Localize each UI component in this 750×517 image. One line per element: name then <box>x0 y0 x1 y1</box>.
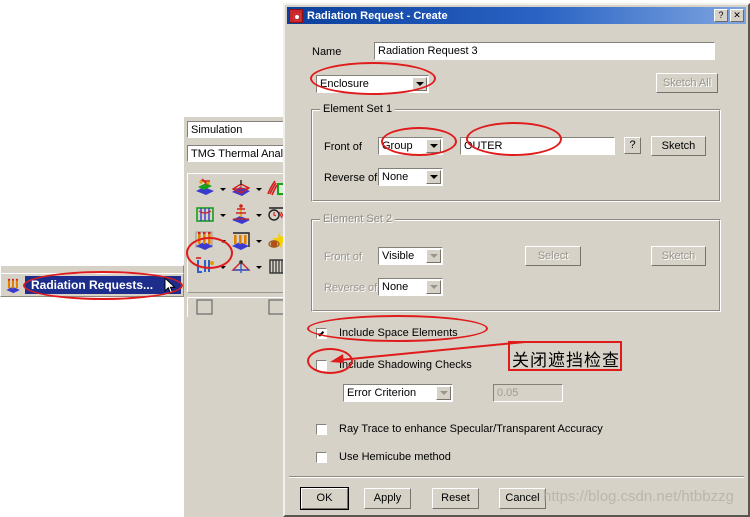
toolbar-dropdown-arrow[interactable] <box>254 178 263 200</box>
chevron-down-icon <box>426 280 441 294</box>
menu-strip-top-edge <box>0 265 184 273</box>
toolbar-dropdown-arrow[interactable] <box>218 230 227 252</box>
menu-item-highlight[interactable]: Radiation Requests... <box>25 276 181 294</box>
es2-select-button: Select <box>525 246 581 266</box>
es1-front-of-label: Front of <box>324 141 362 153</box>
cancel-label: Cancel <box>505 492 540 504</box>
toolbar-dropdown-arrow[interactable] <box>218 178 227 200</box>
include-space-elements-row[interactable]: Include Space Elements <box>316 327 458 339</box>
toolbar-dropdown-arrow[interactable] <box>218 204 227 226</box>
es1-query-button[interactable]: ? <box>624 137 641 154</box>
hemicube-checkbox[interactable] <box>316 451 327 463</box>
element-set-2-title: Element Set 2 <box>320 213 396 225</box>
chevron-down-icon[interactable] <box>412 77 427 91</box>
name-input[interactable]: Radiation Request 3 <box>374 42 715 60</box>
request-type-value: Enclosure <box>320 78 369 90</box>
radiation-requests-icon <box>4 277 23 295</box>
toolbar-button-duct-flow[interactable] <box>193 204 217 226</box>
es1-reverse-of-value: None <box>382 171 409 183</box>
include-space-elements-checkbox[interactable] <box>316 327 327 339</box>
request-type-combo[interactable]: Enclosure <box>316 75 429 93</box>
element-set-2-group: Element Set 2 Front of Visible Select Sk… <box>311 213 721 312</box>
hemicube-row[interactable]: Use Hemicube method <box>316 451 451 463</box>
es1-group-name-value: OUTER <box>464 140 503 152</box>
include-space-elements-label: Include Space Elements <box>339 327 458 339</box>
hemicube-label: Use Hemicube method <box>339 451 451 463</box>
es2-front-of-label: Front of <box>324 251 362 263</box>
menu-item-label: Radiation Requests... <box>31 278 154 292</box>
ray-trace-row[interactable]: Ray Trace to enhance Specular/Transparen… <box>316 423 603 435</box>
watermark-text: https://blog.csdn.net/htbbzzg <box>543 488 734 505</box>
es1-group-name-input[interactable]: OUTER <box>460 137 615 155</box>
es2-front-of-combo: Visible <box>378 247 443 265</box>
chevron-down-icon <box>426 249 441 263</box>
es2-front-of-value: Visible <box>382 250 415 262</box>
es2-reverse-of-value: None <box>382 281 409 293</box>
toolbar-button-thermal-loads[interactable] <box>229 178 253 200</box>
reset-button[interactable]: Reset <box>432 488 479 509</box>
solution-combo-value: TMG Thermal Anal <box>191 147 284 160</box>
help-icon[interactable]: ? <box>714 9 728 22</box>
es2-reverse-of-label: Reverse of <box>324 282 378 294</box>
es1-front-of-combo[interactable]: Group <box>378 137 443 155</box>
es2-select-label: Select <box>537 249 569 262</box>
annotation-note-text: 关闭遮挡检查 <box>512 351 620 371</box>
application-combo-value: Simulation <box>191 123 243 136</box>
toolbar-dropdown-arrow[interactable] <box>254 230 263 252</box>
reset-label: Reset <box>441 492 470 504</box>
name-input-value: Radiation Request 3 <box>378 45 478 57</box>
dialog-title: Radiation Request - Create <box>307 9 448 22</box>
toolbar-dropdown-arrow[interactable] <box>254 256 263 278</box>
es1-query-label: ? <box>629 139 636 151</box>
screenshot-root: Simulation TMG Thermal Anal Radiation Re… <box>0 0 750 517</box>
es1-front-of-value: Group <box>382 140 413 152</box>
button-bar-separator <box>289 476 744 478</box>
criterion-value-input: 0.05 <box>493 384 563 402</box>
ray-trace-label: Ray Trace to enhance Specular/Transparen… <box>339 423 603 435</box>
sketch-all-button[interactable]: Sketch All <box>656 73 718 93</box>
chevron-down-icon[interactable] <box>426 139 441 153</box>
toolbar-button-radiation-requests[interactable] <box>193 230 217 252</box>
annotation-arrow <box>330 341 526 363</box>
sketch-all-label: Sketch All <box>662 76 712 89</box>
es2-sketch-label: Sketch <box>661 249 696 262</box>
es2-sketch-button: Sketch <box>651 246 706 266</box>
criterion-combo-value: Error Criterion <box>347 387 417 399</box>
close-icon[interactable]: ✕ <box>730 9 744 22</box>
es1-sketch-button[interactable]: Sketch <box>651 136 706 156</box>
toolbar-button-convection[interactable] <box>229 204 253 226</box>
chevron-down-icon[interactable] <box>426 170 441 184</box>
toolbar-dropdown-arrow[interactable] <box>254 204 263 226</box>
es1-sketch-label: Sketch <box>661 139 696 152</box>
chevron-down-icon <box>436 386 451 400</box>
ray-trace-checkbox[interactable] <box>316 423 327 435</box>
toolbar-button-radiation-results[interactable] <box>229 230 253 252</box>
element-set-1-group: Element Set 1 Front of Group OUTER ? Ske… <box>311 103 721 202</box>
es2-reverse-of-combo: None <box>378 278 443 296</box>
menu-item-radiation-requests[interactable]: Radiation Requests... <box>0 273 184 297</box>
cancel-button[interactable]: Cancel <box>499 488 546 509</box>
toolbar-button-solver-setup[interactable] <box>193 256 217 278</box>
toolbar-dropdown-arrow[interactable] <box>218 256 227 278</box>
ok-button[interactable]: OK <box>300 487 349 510</box>
es1-reverse-of-label: Reverse of <box>324 172 378 184</box>
dialog-title-bar[interactable]: Radiation Request - Create ? ✕ <box>287 7 746 24</box>
apply-label: Apply <box>373 492 402 504</box>
criterion-value: 0.05 <box>497 387 519 399</box>
radiation-request-create-dialog: Radiation Request - Create ? ✕ Name Radi… <box>283 3 750 517</box>
toolbar-button-thermal-coupling[interactable] <box>193 178 217 200</box>
radiation-app-icon <box>289 8 303 23</box>
criterion-combo[interactable]: Error Criterion <box>343 384 453 402</box>
toolbar-button-mesh-tools[interactable] <box>229 256 253 278</box>
name-label: Name <box>312 46 342 58</box>
es1-reverse-of-combo[interactable]: None <box>378 168 443 186</box>
ok-label: OK <box>316 492 333 504</box>
element-set-1-title: Element Set 1 <box>320 103 396 115</box>
mouse-cursor-icon <box>164 276 177 295</box>
apply-button[interactable]: Apply <box>364 488 411 509</box>
